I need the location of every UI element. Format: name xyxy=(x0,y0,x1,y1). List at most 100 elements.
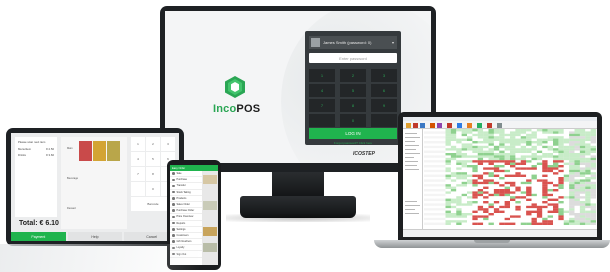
grid-cell[interactable] xyxy=(553,167,559,170)
grid-cell[interactable] xyxy=(488,210,494,214)
grid-cell[interactable] xyxy=(467,172,473,175)
grid-cell[interactable] xyxy=(483,210,489,214)
grid-cell[interactable] xyxy=(434,193,441,197)
grid-cell[interactable] xyxy=(563,131,570,134)
grid-cell[interactable] xyxy=(531,172,537,175)
grid-cell[interactable] xyxy=(510,222,516,225)
grid-cell[interactable] xyxy=(579,201,586,204)
grid-cell[interactable] xyxy=(536,220,543,223)
grid-cell[interactable] xyxy=(472,169,478,173)
grid-cell[interactable] xyxy=(461,162,468,166)
grid-cell[interactable] xyxy=(445,165,451,168)
grid-cell[interactable] xyxy=(520,174,527,178)
grid-cell[interactable] xyxy=(424,162,430,166)
grid-cell[interactable] xyxy=(440,131,446,134)
grid-cell[interactable] xyxy=(477,201,484,204)
grid-cell[interactable] xyxy=(499,172,505,175)
grid-cell[interactable] xyxy=(461,196,468,199)
grid-cell[interactable] xyxy=(563,143,570,146)
grid-cell[interactable] xyxy=(547,141,554,144)
grid-cell[interactable] xyxy=(440,179,446,182)
grid-cell[interactable] xyxy=(547,157,554,161)
grid-cell[interactable] xyxy=(429,198,435,202)
grid-cell[interactable] xyxy=(493,162,500,166)
grid-cell[interactable] xyxy=(450,138,457,142)
grid-cell[interactable] xyxy=(477,177,484,180)
grid-cell[interactable] xyxy=(450,148,457,151)
grid-cell[interactable] xyxy=(450,208,457,211)
grid-cell[interactable] xyxy=(569,208,575,211)
grid-cell[interactable] xyxy=(477,141,484,144)
grid-cell[interactable] xyxy=(547,198,554,202)
grid-cell[interactable] xyxy=(579,217,586,221)
grid-cell[interactable] xyxy=(483,138,489,142)
grid-cell[interactable] xyxy=(472,205,478,209)
grid-cell[interactable] xyxy=(461,155,468,158)
grid-cell[interactable] xyxy=(483,153,489,156)
grid-cell[interactable] xyxy=(499,133,505,137)
grid-cell[interactable] xyxy=(531,193,537,197)
delete-icon[interactable] xyxy=(413,122,418,128)
grid-cell[interactable] xyxy=(590,133,596,137)
grid-cell[interactable] xyxy=(574,184,580,187)
print-icon[interactable] xyxy=(487,122,492,128)
grid-cell[interactable] xyxy=(488,153,494,156)
grid-cell[interactable] xyxy=(569,150,575,154)
grid-cell[interactable] xyxy=(456,169,462,173)
grid-cell[interactable] xyxy=(461,193,468,197)
grid-cell[interactable] xyxy=(590,145,596,149)
grid-cell[interactable] xyxy=(429,205,435,209)
grid-cell[interactable] xyxy=(547,167,554,170)
grid-cell[interactable] xyxy=(472,153,478,156)
grid-cell[interactable] xyxy=(424,133,430,137)
grid-cell[interactable] xyxy=(542,203,548,206)
grid-cell[interactable] xyxy=(574,148,580,151)
grid-cell[interactable] xyxy=(531,179,537,182)
grid-cell[interactable] xyxy=(569,133,575,137)
grid-cell[interactable] xyxy=(563,196,570,199)
grid-cell[interactable] xyxy=(493,167,500,170)
grid-cell[interactable] xyxy=(429,181,435,185)
grid-cell[interactable] xyxy=(531,217,537,221)
grid-cell[interactable] xyxy=(504,160,511,163)
grid-cell[interactable] xyxy=(531,196,537,199)
grid-cell[interactable] xyxy=(483,143,489,146)
grid-cell[interactable] xyxy=(483,213,489,216)
grid-cell[interactable] xyxy=(477,181,484,185)
grid-cell[interactable] xyxy=(429,222,435,225)
grid-cell[interactable] xyxy=(445,191,451,194)
grid-cell[interactable] xyxy=(434,198,441,202)
grid-cell[interactable] xyxy=(434,186,441,190)
grid-cell[interactable] xyxy=(590,129,596,132)
grid-cell[interactable] xyxy=(456,205,462,209)
grid-cell[interactable] xyxy=(434,145,441,149)
grid-cell[interactable] xyxy=(520,184,527,187)
grid-cell[interactable] xyxy=(536,141,543,144)
grid-cell[interactable] xyxy=(483,131,489,134)
grid-cell[interactable] xyxy=(574,155,580,158)
grid-cell[interactable] xyxy=(472,165,478,168)
grid-cell[interactable] xyxy=(467,213,473,216)
keypad-key[interactable]: 5 xyxy=(146,152,160,166)
grid-cell[interactable] xyxy=(520,213,527,216)
grid-cell[interactable] xyxy=(499,155,505,158)
grid-cell[interactable] xyxy=(488,201,494,204)
grid-cell[interactable] xyxy=(504,129,511,132)
grid-cell[interactable] xyxy=(504,220,511,223)
grid-cell[interactable] xyxy=(531,174,537,178)
grid-cell[interactable] xyxy=(467,177,473,180)
grid-cell[interactable] xyxy=(456,162,462,166)
grid-cell[interactable] xyxy=(467,222,473,225)
grid-cell[interactable] xyxy=(440,186,446,190)
grid-cell[interactable] xyxy=(515,155,521,158)
grid-cell[interactable] xyxy=(424,148,430,151)
grid-cell[interactable] xyxy=(526,203,532,206)
grid-cell[interactable] xyxy=(499,169,505,173)
grid-cell[interactable] xyxy=(542,141,548,144)
grid-cell[interactable] xyxy=(488,155,494,158)
grid-cell[interactable] xyxy=(515,136,521,139)
grid-cell[interactable] xyxy=(526,191,532,194)
grid-cell[interactable] xyxy=(504,213,511,216)
grid-cell[interactable] xyxy=(456,201,462,204)
grid-cell[interactable] xyxy=(585,213,591,216)
